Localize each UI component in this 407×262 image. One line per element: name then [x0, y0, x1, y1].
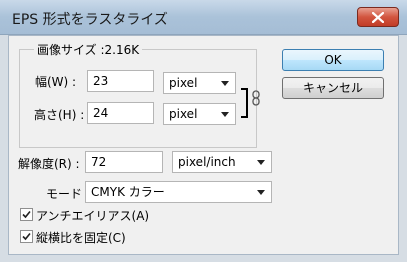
height-label: 高さ(H) : [34, 108, 85, 122]
close-icon [372, 11, 384, 23]
constrain-proportions-label: 縦横比を固定(C) [36, 231, 126, 245]
close-button[interactable] [357, 7, 399, 27]
image-size-label: 画像サイズ :2.16K [34, 41, 143, 58]
height-unit-value: pixel [169, 107, 198, 121]
cancel-button[interactable]: キャンセル [282, 77, 384, 99]
checkmark-icon [22, 210, 31, 219]
resolution-unit-value: pixel/inch [178, 155, 236, 169]
antialias-label: アンチエイリアス(A) [36, 209, 150, 223]
width-input[interactable]: 23 [87, 70, 154, 92]
resolution-input[interactable]: 72 [85, 151, 163, 173]
width-unit-select[interactable]: pixel [163, 72, 236, 94]
antialias-checkbox[interactable] [20, 208, 33, 221]
resolution-label: 解像度(R) : [18, 157, 80, 171]
height-input[interactable]: 24 [87, 102, 154, 124]
constrain-proportions-checkbox[interactable] [20, 230, 33, 243]
chevron-down-icon [221, 81, 229, 86]
ok-button[interactable]: OK [282, 49, 384, 71]
width-label: 幅(W) : [35, 75, 77, 89]
chevron-down-icon [221, 112, 229, 117]
image-size-group [19, 49, 257, 148]
chain-link-icon [252, 90, 260, 106]
checkmark-icon [22, 232, 31, 241]
chevron-down-icon [257, 190, 265, 195]
title-bar: EPS 形式をラスタライズ [0, 0, 407, 35]
link-bracket [241, 88, 248, 118]
window-title: EPS 形式をラスタライズ [12, 12, 168, 28]
width-unit-value: pixel [169, 76, 198, 90]
resolution-unit-select[interactable]: pixel/inch [172, 151, 272, 173]
chevron-down-icon [257, 160, 265, 165]
mode-label: モード : [46, 187, 90, 201]
height-unit-select[interactable]: pixel [163, 103, 236, 125]
mode-value: CMYK カラー [91, 185, 165, 199]
mode-select[interactable]: CMYK カラー [85, 181, 272, 203]
